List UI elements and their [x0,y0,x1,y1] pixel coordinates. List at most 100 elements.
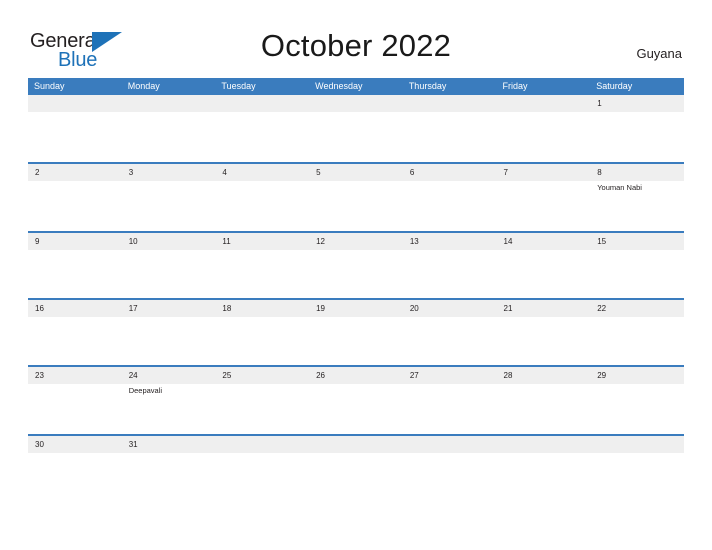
day-event: Deepavali [128,386,163,395]
week-event-band: Youman Nabi [28,181,684,231]
day-event [309,181,403,231]
week-row: 2 3 4 5 6 7 8 Youman Nabi [28,162,684,231]
day-event [28,317,122,365]
day-number[interactable] [403,436,497,453]
day-event [215,317,309,365]
day-number[interactable]: 27 [403,367,497,384]
day-number[interactable]: 12 [309,233,403,250]
day-event [403,453,497,455]
day-number[interactable]: 17 [122,300,216,317]
day-event [403,250,497,298]
day-event [403,384,497,434]
day-number[interactable] [497,95,591,112]
day-number[interactable]: 31 [122,436,216,453]
week-event-band: Deepavali [28,384,684,434]
week-date-band: 9 10 11 12 13 14 15 [28,233,684,250]
day-event [497,317,591,365]
day-number[interactable] [28,95,122,112]
day-event [497,112,591,162]
day-event [403,112,497,162]
day-number[interactable]: 30 [28,436,122,453]
day-number[interactable] [215,436,309,453]
day-number[interactable] [309,95,403,112]
week-row: 9 10 11 12 13 14 15 [28,231,684,298]
week-row: 1 [28,95,684,162]
day-number[interactable]: 7 [497,164,591,181]
week-event-band [28,250,684,298]
week-row: 30 31 [28,434,684,453]
weekday-wednesday: Wednesday [315,81,363,91]
day-number[interactable]: 5 [309,164,403,181]
page-header: General Blue October 2022 Guyana [0,0,712,78]
day-number[interactable]: 14 [497,233,591,250]
weekday-header-row: Sunday Monday Tuesday Wednesday Thursday… [28,78,684,95]
day-number[interactable] [122,95,216,112]
day-event [403,317,497,365]
day-number[interactable]: 15 [590,233,684,250]
day-number[interactable]: 16 [28,300,122,317]
day-event [28,453,122,455]
day-number[interactable]: 9 [28,233,122,250]
day-event [28,181,122,231]
day-event [590,250,684,298]
day-number[interactable]: 23 [28,367,122,384]
day-number[interactable]: 26 [309,367,403,384]
week-date-band: 1 [28,95,684,112]
day-number[interactable]: 10 [122,233,216,250]
day-number[interactable]: 28 [497,367,591,384]
day-event [122,453,216,455]
day-number[interactable]: 4 [215,164,309,181]
calendar-grid: Sunday Monday Tuesday Wednesday Thursday… [28,78,684,453]
day-number[interactable]: 21 [497,300,591,317]
day-number[interactable]: 24 [122,367,216,384]
day-event [215,112,309,162]
day-event [309,453,403,455]
day-event [309,384,403,434]
day-number[interactable]: 25 [215,367,309,384]
week-date-band: 30 31 [28,436,684,453]
day-number[interactable] [497,436,591,453]
day-number[interactable]: 8 [590,164,684,181]
day-number[interactable]: 1 [590,95,684,112]
weekday-sunday: Sunday [34,81,65,91]
day-number[interactable]: 19 [309,300,403,317]
day-event [497,453,591,455]
day-number[interactable] [403,95,497,112]
day-event [215,250,309,298]
day-event [590,112,684,162]
weekday-monday: Monday [127,81,160,91]
day-event [122,112,216,162]
day-number[interactable]: 22 [590,300,684,317]
day-number[interactable]: 2 [28,164,122,181]
day-event [309,250,403,298]
day-number[interactable]: 3 [122,164,216,181]
day-event [122,250,216,298]
day-event [309,317,403,365]
day-event [28,384,122,434]
week-date-band: 16 17 18 19 20 21 22 [28,300,684,317]
day-event [590,317,684,365]
day-event [309,112,403,162]
day-event [590,384,684,434]
day-number[interactable]: 18 [215,300,309,317]
day-event [122,317,216,365]
day-event [215,384,309,434]
page-title: October 2022 [260,28,452,63]
day-number[interactable]: 6 [403,164,497,181]
day-number[interactable]: 13 [403,233,497,250]
day-event [215,181,309,231]
country-label: Guyana [636,46,682,61]
week-event-band [28,317,684,365]
weekday-thursday: Thursday [408,81,447,91]
weekday-tuesday: Tuesday [221,81,256,91]
day-event [497,384,591,434]
day-event [590,453,684,455]
day-number[interactable] [215,95,309,112]
day-number[interactable]: 20 [403,300,497,317]
day-number[interactable]: 11 [215,233,309,250]
week-date-band: 23 24 25 26 27 28 29 [28,367,684,384]
week-date-band: 2 3 4 5 6 7 8 [28,164,684,181]
day-number[interactable] [309,436,403,453]
day-number[interactable]: 29 [590,367,684,384]
day-number[interactable] [590,436,684,453]
